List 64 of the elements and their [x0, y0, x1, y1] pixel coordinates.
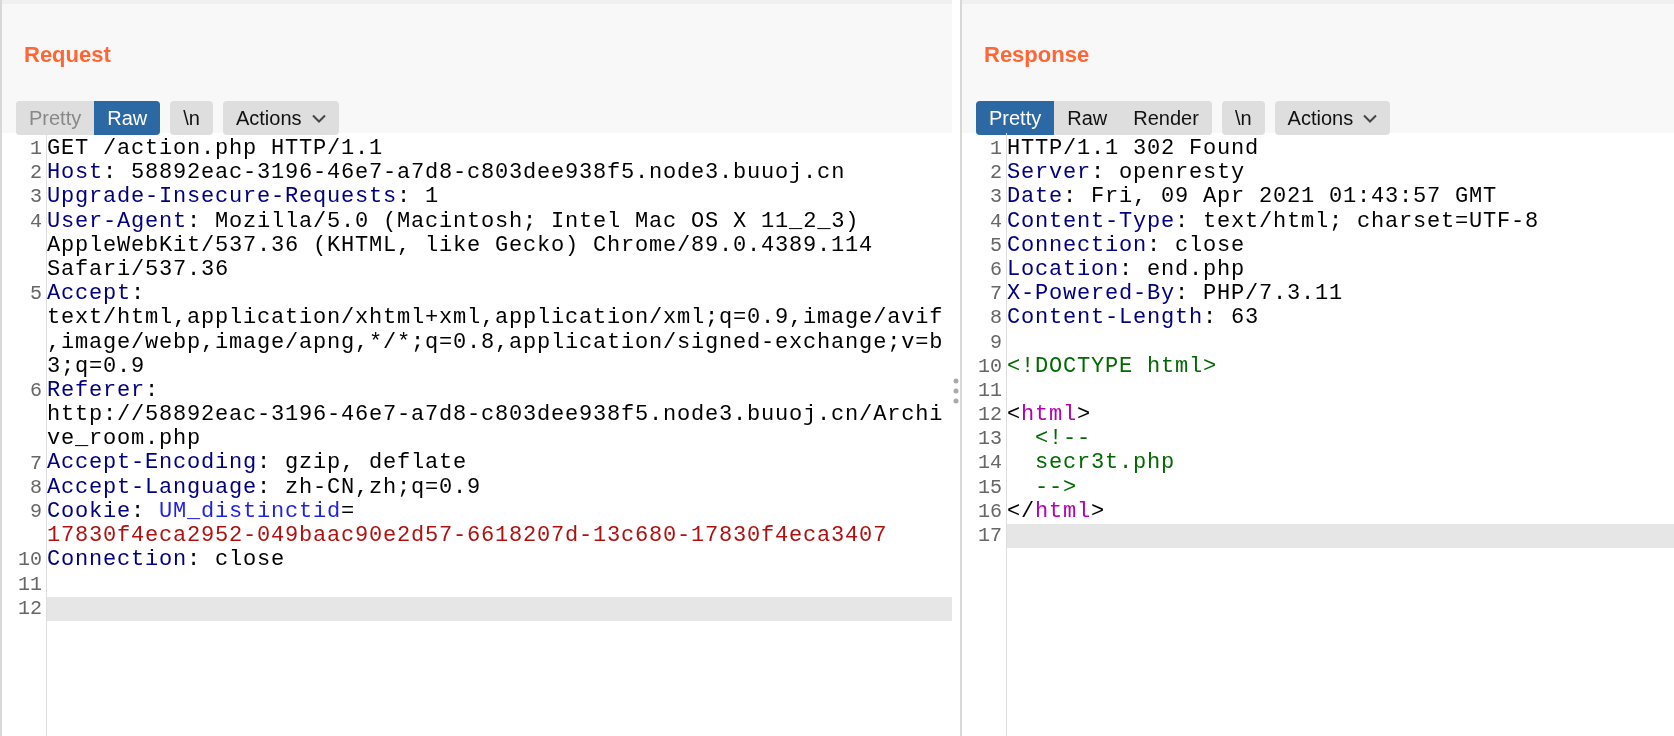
code-line: Content-Length: 63	[1007, 306, 1261, 331]
line-number: 2	[989, 161, 1002, 186]
code-line: HTTP/1.1 302 Found	[1007, 137, 1261, 162]
line-number: 5	[989, 233, 1002, 258]
panel-title: Response	[984, 41, 1090, 69]
code-line: Host: 58892eac-3196-46e7-a7d8-c803dee938f5.node3.buuoj.cn	[47, 161, 847, 186]
line-number: 3	[29, 185, 42, 210]
panel-title: Request	[24, 41, 111, 69]
line-number: 11	[17, 572, 42, 597]
line-number: 1	[29, 137, 42, 162]
code-line: Accept-Encoding: gzip, deflate	[47, 451, 469, 476]
code-line: Server: openresty	[1007, 161, 1247, 186]
line-number: 4	[989, 209, 1002, 234]
code-line: <!--	[1034, 427, 1092, 452]
line-number: 7	[989, 282, 1002, 307]
line-number: 1	[989, 137, 1002, 162]
newline-toggle-button[interactable]: \n	[170, 101, 213, 135]
chevron-down-icon	[311, 113, 326, 123]
line-number: 13	[977, 427, 1002, 452]
line-number: 17	[977, 524, 1002, 549]
splitter-handle-icon[interactable]	[953, 377, 959, 404]
code-line: X-Powered-By: PHP/7.3.11	[1007, 282, 1345, 307]
line-number: 3	[989, 185, 1002, 210]
code-line: Connection: close	[47, 548, 287, 573]
code-line: User-Agent: Mozilla/5.0 (Macintosh; Intel Mac OS X 11_2_3) AppleWebKit/537.36 (KHTML, like Gecko) Chrome/89.0.4389.114 Safari/537.36	[47, 209, 875, 283]
line-number: 16	[977, 499, 1002, 524]
line-number: 4	[29, 209, 42, 235]
code-line: Upgrade-Insecure-Requests: 1	[47, 185, 441, 210]
code-line: </html>	[1007, 499, 1107, 524]
code-line: Date: Fri, 09 Apr 2021 01:43:57 GMT	[1007, 185, 1499, 210]
line-number: 5	[29, 282, 42, 308]
code-line: GET /action.php HTTP/1.1	[47, 137, 385, 162]
line-number: 8	[989, 306, 1002, 331]
line-number: 2	[29, 161, 42, 186]
line-number: 12	[977, 403, 1002, 428]
chevron-down-icon	[1363, 113, 1378, 123]
actions-dropdown-button[interactable]: Actions	[222, 101, 339, 135]
code-line: -->	[1034, 475, 1078, 500]
line-number: 10	[17, 548, 42, 573]
line-number: 9	[989, 330, 1002, 355]
line-number: 7	[29, 451, 42, 476]
code-line: Connection: close	[1007, 233, 1247, 258]
code-line: Referer: http://58892eac-3196-46e7-a7d8-c803dee938f5.node3.buuoj.cn/Archi ve_room.php	[47, 378, 945, 452]
line-number: 11	[977, 378, 1002, 404]
view-tab[interactable]: Pretty	[976, 101, 1055, 135]
line-number: 10	[977, 354, 1002, 379]
actions-dropdown-button[interactable]: Actions	[1274, 101, 1391, 135]
code-line: <!DOCTYPE html>	[1007, 354, 1219, 379]
line-number: 14	[977, 451, 1002, 476]
code-line: Location: end.php	[1007, 257, 1247, 283]
code-line: <html>	[1007, 403, 1093, 428]
view-tab[interactable]: Raw	[94, 101, 161, 135]
line-number: 9	[29, 499, 42, 525]
code-line: Cookie: UM_distinctid= 17830f4eca2952-049baac90e2d57-6618207d-13c680-17830f4eca3407	[47, 499, 889, 549]
code-line: Content-Type: text/html; charset=UTF-8	[1007, 209, 1541, 234]
code-line: Accept-Language: zh-CN,zh;q=0.9	[47, 475, 483, 500]
code-line: Accept: text/html,application/xhtml+xml,application/xml;q=0.9,image/avif ,image/webp,image/apng,*/*;q=0.8,application/signed-exchange;v=b 3;q=0.9	[47, 282, 945, 379]
line-number: 15	[977, 475, 1002, 500]
newline-toggle-button[interactable]: \n	[1221, 101, 1265, 135]
line-number: 8	[29, 475, 42, 500]
line-number: 6	[29, 378, 42, 404]
code-line: secr3t.php	[1034, 451, 1177, 476]
line-number: 12	[17, 596, 42, 621]
line-number: 6	[989, 257, 1002, 283]
